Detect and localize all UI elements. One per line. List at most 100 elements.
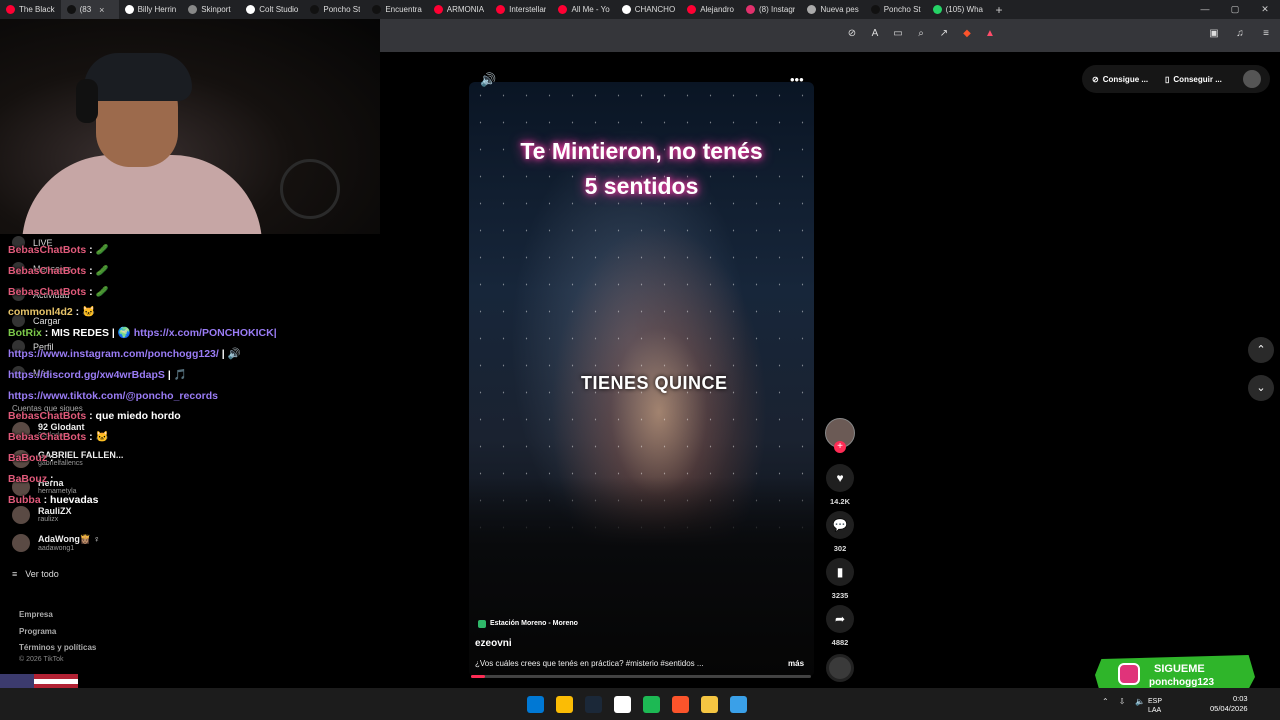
- lang-line2: LAA: [1148, 707, 1162, 714]
- chat-username: BaBouz: [8, 451, 48, 464]
- browser-tab[interactable]: Interstellar: [490, 0, 552, 19]
- brave-rewards-icon[interactable]: ▲: [984, 28, 996, 40]
- new-tab-button[interactable]: +: [989, 3, 1009, 17]
- chat-message: https://discord.gg/xw4wrBdapS | 🎵: [8, 365, 380, 386]
- profile-avatar[interactable]: [1243, 70, 1261, 88]
- tab-favicon-icon: [310, 5, 320, 14]
- share-icon[interactable]: ↗: [938, 28, 950, 40]
- tab-title: Poncho St: [323, 5, 361, 14]
- tab-close-icon[interactable]: ×: [99, 5, 104, 15]
- windows-taskbar: ⌃ ⇩ 🔈: [0, 688, 1280, 720]
- close-window-icon[interactable]: ✕: [1250, 0, 1280, 19]
- no-tracking-icon[interactable]: ⊘: [846, 28, 858, 40]
- browser-tab[interactable]: The Black: [0, 0, 61, 19]
- chat-overlay: BebasChatBots : 🥒 BebasChatBots : 🥒 BebasC…: [8, 240, 380, 510]
- sidebar-icon[interactable]: ▣: [1208, 28, 1220, 40]
- video-title-line2: 5 sentidos: [584, 173, 699, 199]
- share-arrow-icon[interactable]: ➦: [826, 605, 854, 633]
- chat-text: | 🔊: [218, 347, 241, 360]
- location-pin-icon: [478, 619, 486, 628]
- browser-tab[interactable]: Encuentra: [366, 0, 427, 19]
- chat-message: BebasChatBots : 🥒: [8, 240, 380, 261]
- see-all-link[interactable]: ≡ Ver todo: [12, 569, 59, 579]
- taskbar-app-icon[interactable]: [556, 696, 573, 713]
- browser-tab[interactable]: (8) Instagr: [740, 0, 801, 19]
- tab-favicon-icon: [932, 5, 942, 14]
- follow-plus-icon[interactable]: +: [834, 441, 846, 453]
- tab-favicon-icon: [372, 5, 382, 14]
- comment-icon[interactable]: 💬: [826, 511, 854, 539]
- tab-favicon-icon: [6, 5, 15, 14]
- taskbar-clock[interactable]: 0:03 05/04/2026: [1210, 694, 1248, 714]
- footer-link[interactable]: Términos y políticas: [19, 640, 96, 657]
- browser-tab[interactable]: Colt Studio: [240, 0, 304, 19]
- chat-link[interactable]: https://www.instagram.com/ponchogg123/: [8, 348, 219, 360]
- browser-tab[interactable]: Alejandro: [681, 0, 740, 19]
- keyboard-language[interactable]: ESP LAA: [1148, 697, 1162, 715]
- browser-tab[interactable]: Nueva pes: [801, 0, 864, 19]
- previous-video-icon[interactable]: ⌃: [1248, 337, 1274, 363]
- tray-chevron-icon[interactable]: ⌃: [1102, 697, 1109, 706]
- chat-link[interactable]: https://www.tiktok.com/@poncho_records: [8, 390, 218, 402]
- brave-shield-icon[interactable]: ◆: [961, 28, 973, 40]
- chat-emote: 🥒: [95, 285, 109, 298]
- taskbar-app-icon[interactable]: [730, 696, 747, 713]
- get-app-button[interactable]: ▯ Conseguir ...: [1165, 68, 1222, 90]
- taskbar-app-icon[interactable]: [643, 696, 660, 713]
- zoom-icon[interactable]: ⌕: [915, 28, 927, 40]
- taskbar-app-icon[interactable]: [614, 696, 631, 713]
- browser-tab[interactable]: ARMONIA: [428, 0, 490, 19]
- chat-link[interactable]: https://discord.gg/xw4wrBdapS: [8, 369, 165, 381]
- video-progress-bar[interactable]: [471, 675, 811, 678]
- location-chip[interactable]: Estación Moreno - Moreno: [478, 617, 578, 630]
- chat-message: commonl4d2 : 🐱: [8, 302, 380, 323]
- browser-tab[interactable]: Poncho St: [865, 0, 927, 19]
- get-coins-button[interactable]: ⊘ Consigue ...: [1092, 68, 1148, 90]
- video-player[interactable]: Te Mintieron, no tenés 5 sentidos TIENES…: [469, 82, 814, 677]
- taskbar-apps: [527, 696, 747, 713]
- chat-username: BebasChatBots: [8, 431, 87, 444]
- bookmark-icon[interactable]: ▮: [826, 558, 854, 586]
- minimize-icon[interactable]: —: [1190, 0, 1220, 19]
- chat-username: BaBouz: [8, 472, 48, 485]
- avatar: [12, 534, 30, 552]
- browser-tab[interactable]: (105) Wha: [927, 0, 989, 19]
- chat-emote: 🐱: [82, 306, 96, 319]
- video-author[interactable]: ezeovni: [475, 638, 512, 649]
- browser-tab[interactable]: Billy Herrin: [119, 0, 183, 19]
- volume-tray-icon[interactable]: 🔈: [1135, 697, 1145, 706]
- headset: [76, 79, 98, 123]
- browser-tab[interactable]: Skinport: [182, 0, 240, 19]
- taskbar-app-icon[interactable]: [672, 696, 689, 713]
- chat-link[interactable]: https://x.com/PONCHOKICK|: [134, 327, 277, 339]
- maximize-icon[interactable]: ▢: [1220, 0, 1250, 19]
- chat-separator: :: [86, 285, 96, 298]
- menu-icon[interactable]: ≡: [1260, 28, 1272, 40]
- more-options-icon[interactable]: •••: [790, 72, 804, 87]
- taskbar-app-icon[interactable]: [701, 696, 718, 713]
- tab-favicon-icon: [66, 5, 76, 14]
- tab-favicon-icon: [807, 5, 817, 14]
- tab-favicon-icon: [870, 5, 880, 14]
- like-heart-icon[interactable]: ♥: [826, 464, 854, 492]
- cast-icon[interactable]: ▭: [892, 28, 904, 40]
- tray-download-icon[interactable]: ⇩: [1119, 697, 1126, 706]
- browser-tab[interactable]: All Me - Yo: [552, 0, 615, 19]
- video-title-line1: Te Mintieron, no tenés: [520, 138, 763, 164]
- next-video-icon[interactable]: ⌄: [1248, 375, 1274, 401]
- footer-link[interactable]: Programa: [19, 624, 96, 641]
- tab-favicon-icon: [433, 5, 443, 14]
- browser-tab[interactable]: (83 ×: [60, 0, 119, 19]
- taskbar-app-icon[interactable]: [585, 696, 602, 713]
- footer-link[interactable]: Empresa: [19, 607, 96, 624]
- translate-icon[interactable]: A: [869, 28, 881, 40]
- chat-message: https://www.instagram.com/ponchogg123/ |…: [8, 344, 380, 365]
- browser-tab[interactable]: Poncho St: [304, 0, 366, 19]
- volume-icon[interactable]: 🔊: [480, 72, 496, 88]
- music-disc-icon[interactable]: [826, 654, 854, 682]
- following-account[interactable]: AdaWong👸🏽 ♀ aadawong1: [12, 534, 100, 552]
- media-icon[interactable]: ♫: [1234, 28, 1246, 40]
- browser-tab[interactable]: CHANCHO: [616, 0, 681, 19]
- more-link[interactable]: más: [788, 659, 804, 668]
- taskbar-app-icon[interactable]: [527, 696, 544, 713]
